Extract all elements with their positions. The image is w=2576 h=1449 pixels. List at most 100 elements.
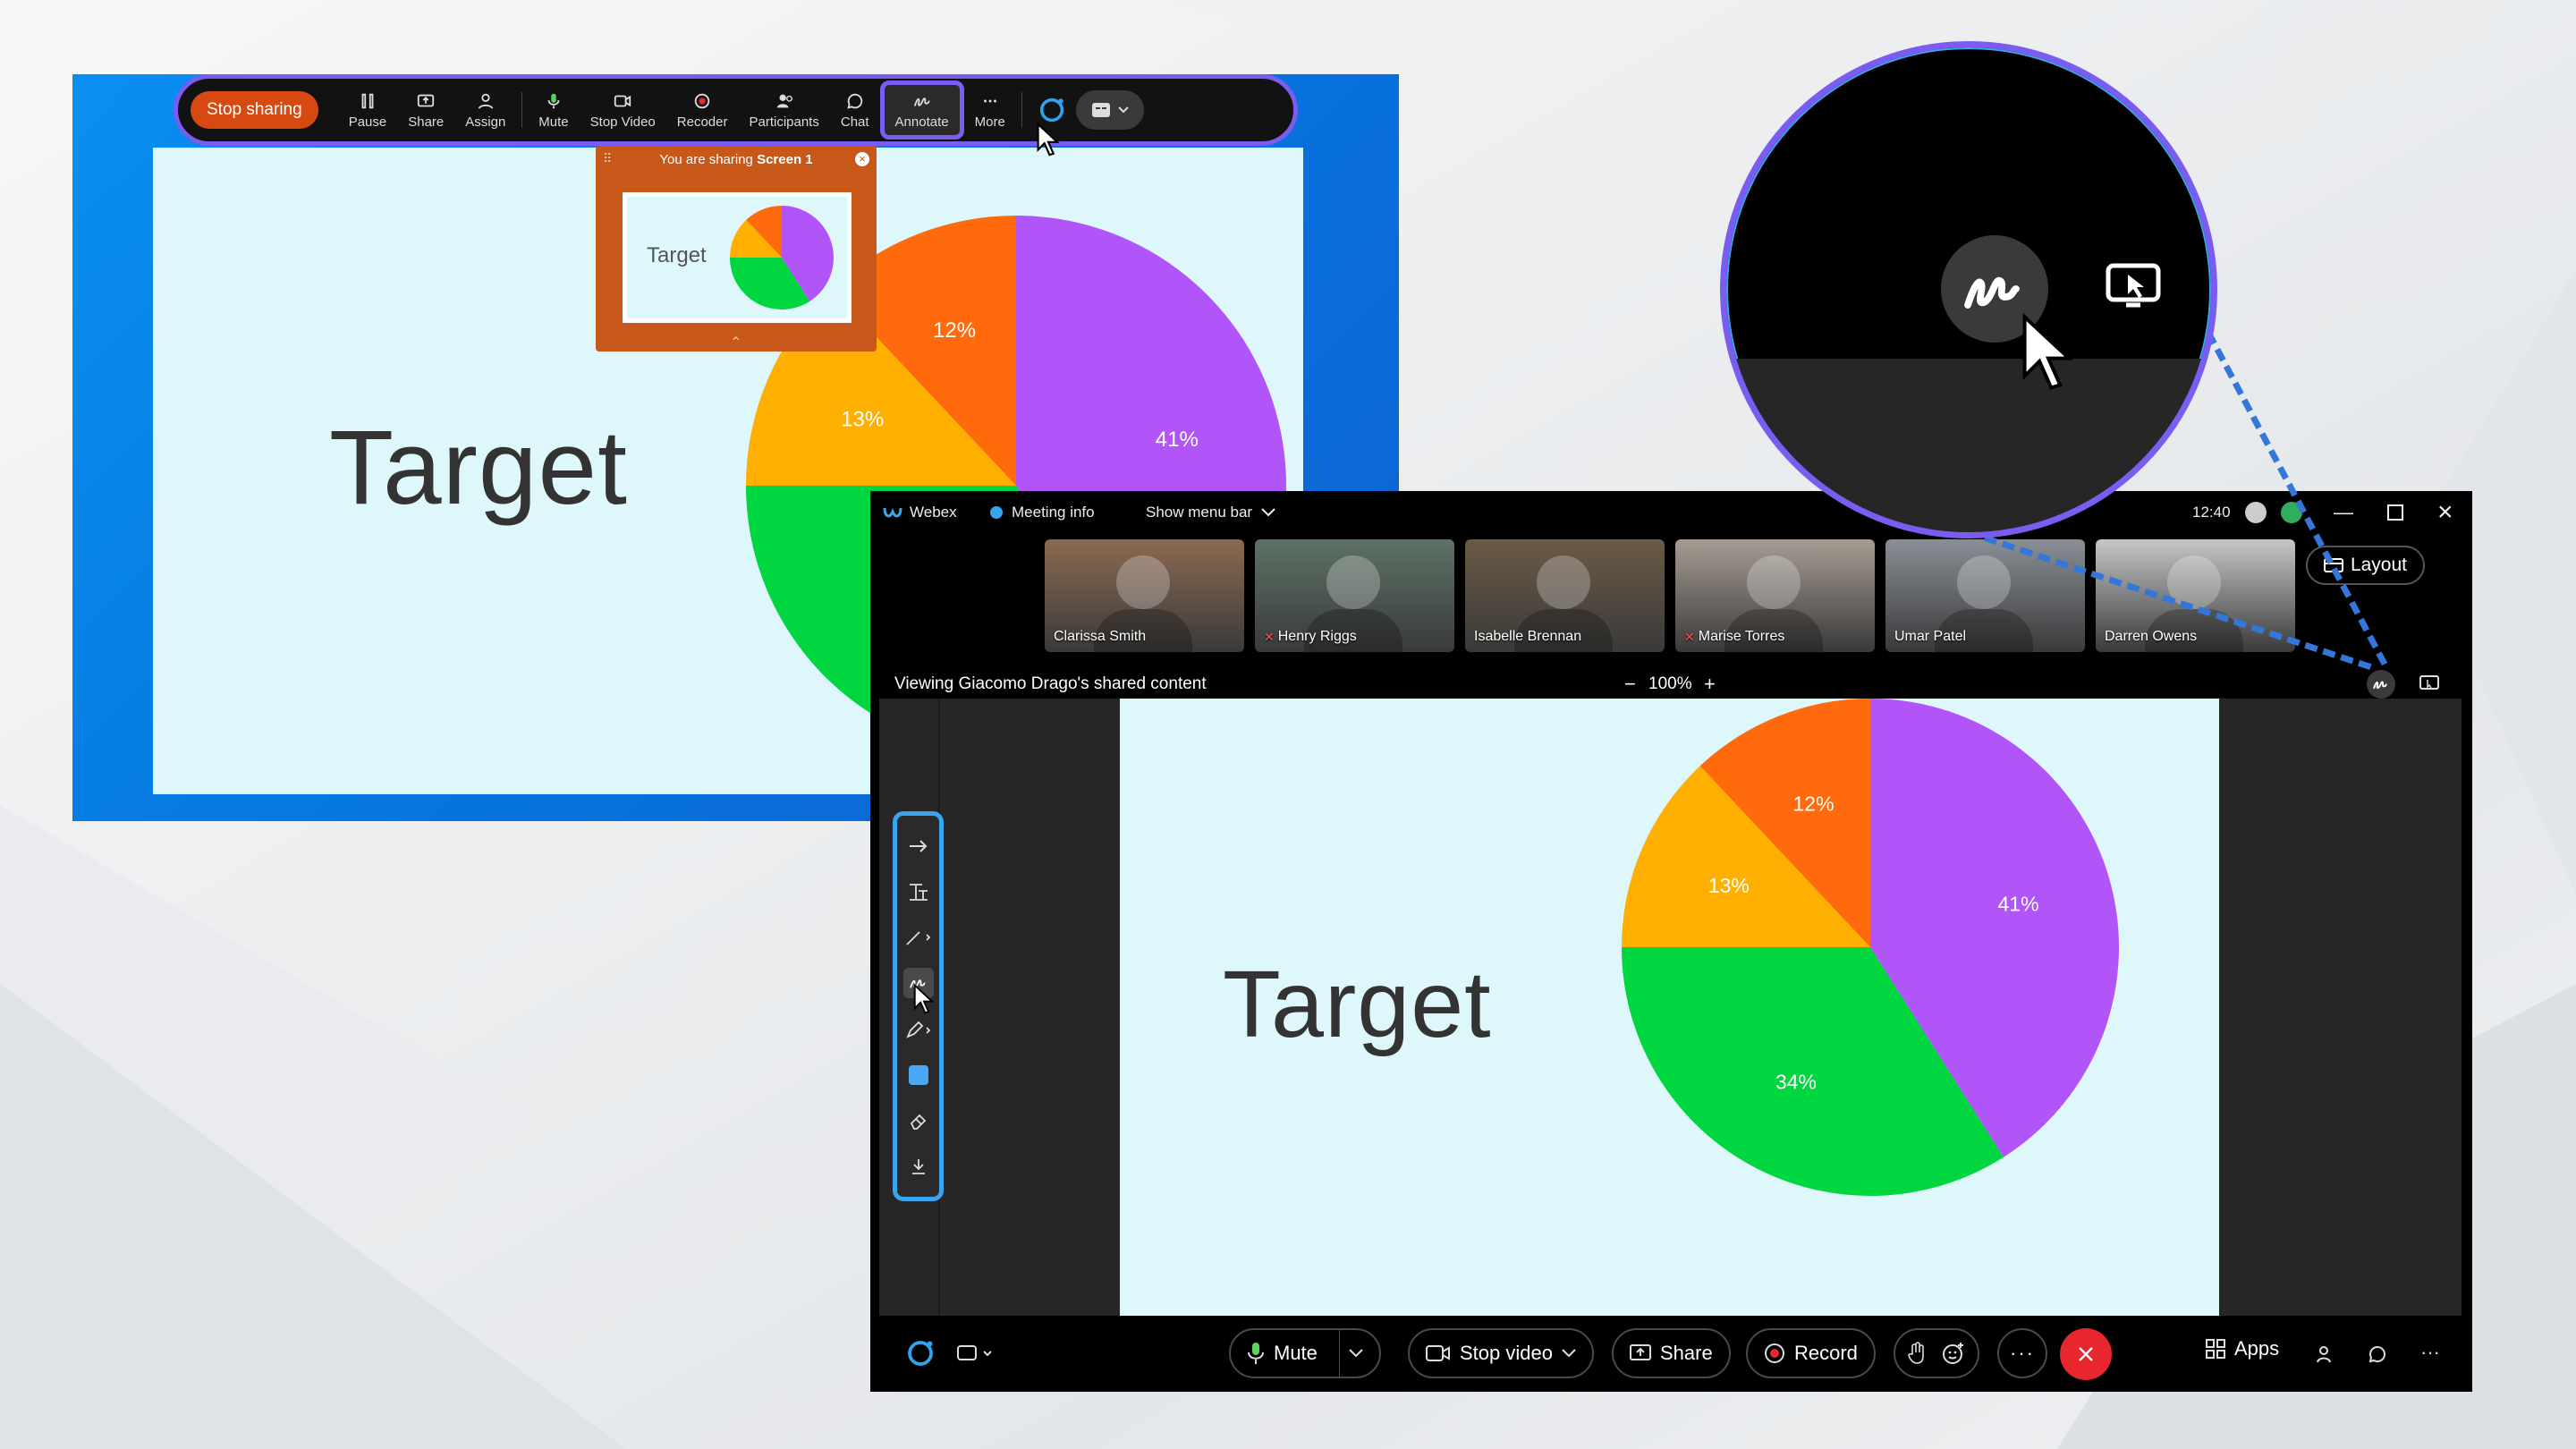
muted-microphone-icon: ✕ [1264, 629, 1275, 644]
emoji-reaction-icon[interactable] [1942, 1342, 1965, 1365]
zoom-out-button[interactable]: − [1624, 673, 1636, 696]
microphone-icon [547, 93, 560, 108]
more-icon [983, 99, 996, 102]
pie-label: 41% [1997, 893, 2038, 916]
mouse-cursor-icon [913, 983, 935, 1014]
color-swatch [908, 1064, 928, 1085]
captions-icon[interactable] [957, 1344, 995, 1362]
remote-control-icon[interactable] [2105, 262, 2162, 312]
record-icon [1765, 1343, 1784, 1363]
participant-tile[interactable]: Clarissa Smith [1045, 539, 1244, 652]
annotate-icon [913, 97, 930, 106]
meeting-info-button[interactable]: Meeting info [988, 491, 1095, 533]
webex-ai-icon[interactable] [1037, 95, 1067, 125]
remote-control-icon[interactable] [2419, 675, 2439, 693]
sharing-screen-name: Screen 1 [757, 151, 813, 167]
text-tool[interactable] [903, 877, 934, 907]
chat-icon[interactable] [2367, 1343, 2388, 1365]
toolbar-divider [1021, 92, 1022, 128]
leave-meeting-button[interactable] [2060, 1328, 2112, 1380]
pause-button[interactable]: Pause [338, 80, 398, 140]
save-annotation-button[interactable] [903, 1151, 934, 1182]
arrow-right-icon [909, 839, 927, 852]
share-icon [1630, 1344, 1651, 1360]
record-icon [694, 93, 710, 108]
pie-label: 13% [841, 408, 884, 432]
record-button[interactable]: Record [1746, 1328, 1876, 1378]
pie-label: 34% [1775, 1071, 1817, 1094]
text-icon [909, 883, 928, 901]
participant-tile[interactable]: Isabelle Brennan [1465, 539, 1665, 652]
participant-tile[interactable]: ✕ Henry Riggs [1255, 539, 1454, 652]
minimize-icon[interactable]: — [2334, 501, 2353, 524]
captions-button[interactable] [1075, 90, 1144, 130]
highlighter-tool[interactable] [903, 1014, 934, 1045]
participant-name-tag: Darren Owens [2105, 629, 2197, 645]
title-bar: Webex Meeting info Show menu bar 12:40 —… [870, 491, 2472, 533]
pie-label: 41% [1156, 428, 1199, 452]
share-button[interactable]: Share [397, 80, 454, 140]
pointer-tool[interactable] [903, 831, 934, 861]
mute-button[interactable]: Mute [1229, 1328, 1381, 1378]
captions-icon [1091, 103, 1110, 117]
annotate-label: Annotate [894, 114, 949, 130]
more-options-button[interactable]: ··· [1997, 1328, 2047, 1378]
webex-logo-icon [883, 507, 902, 517]
magnifier-lower-band [1726, 359, 2211, 532]
annotate-icon [2373, 681, 2387, 690]
color-picker[interactable] [903, 1060, 934, 1090]
participant-name: Henry Riggs [1277, 629, 1357, 644]
participant-name: Umar Patel [1894, 629, 1967, 644]
chat-label: Chat [840, 114, 869, 130]
more-icon[interactable]: ··· [2420, 1341, 2440, 1364]
zoom-in-button[interactable]: + [1704, 673, 1716, 696]
video-icon [1426, 1345, 1450, 1361]
collapse-chevron-icon[interactable]: ⌃ [730, 334, 741, 352]
annotate-button[interactable]: Annotate [879, 80, 964, 140]
meeting-window: Webex Meeting info Show menu bar 12:40 —… [870, 491, 2472, 1392]
reactions-group [1894, 1328, 1979, 1378]
close-window-icon[interactable]: × [2437, 497, 2453, 528]
line-tool[interactable] [903, 922, 934, 953]
webex-ai-icon[interactable] [904, 1337, 936, 1369]
pause-label: Pause [348, 114, 387, 130]
recorder-button[interactable]: Recoder [666, 80, 739, 140]
raise-hand-icon[interactable] [1908, 1342, 1926, 1365]
microphone-icon [1248, 1343, 1264, 1364]
participant-tile[interactable]: Umar Patel [1885, 539, 2085, 652]
muted-microphone-icon: ✕ [1684, 629, 1695, 644]
more-button[interactable]: More [964, 80, 1016, 140]
pie-label: 12% [933, 318, 976, 343]
participant-avatar [1957, 555, 2011, 609]
chat-button[interactable]: Chat [830, 80, 880, 140]
mute-button[interactable]: Mute [528, 80, 579, 140]
shared-content-area: Target 41% 34% 13% 12% [879, 699, 2462, 1316]
stop-video-button[interactable]: Stop video [1408, 1328, 1594, 1378]
pie-chart-shared: 41% 34% 13% 12% [1622, 699, 2119, 1196]
mouse-cursor-icon [2022, 312, 2074, 391]
assign-button[interactable]: Assign [454, 80, 516, 140]
eraser-icon [910, 1114, 926, 1131]
apps-button[interactable]: Apps [2206, 1337, 2279, 1360]
pie-chart-preview [730, 206, 834, 309]
stop-video-button[interactable]: Stop Video [580, 80, 666, 140]
assign-label: Assign [465, 114, 506, 130]
participants-icon[interactable] [2315, 1343, 2336, 1365]
show-menu-bar-button[interactable]: Show menu bar [1146, 491, 1275, 533]
chevron-down-icon [1562, 1349, 1576, 1358]
participants-button[interactable]: Participants [738, 80, 829, 140]
app-name: Webex [910, 503, 957, 521]
drag-handle-icon[interactable]: ⠿ [603, 151, 612, 166]
participant-name-tag: Isabelle Brennan [1474, 629, 1581, 645]
mute-label: Mute [1274, 1342, 1318, 1364]
annotate-toggle-button[interactable] [2367, 670, 2395, 699]
close-icon[interactable]: × [855, 152, 869, 166]
stop-sharing-button[interactable]: Stop sharing [191, 91, 318, 129]
sharing-panel-header: ⠿ You are sharing Screen 1 × [596, 146, 877, 173]
eraser-tool[interactable] [903, 1106, 934, 1136]
participant-tile[interactable]: ✕ Marise Torres [1675, 539, 1875, 652]
stop-video-label: Stop video [1460, 1342, 1553, 1364]
maximize-icon[interactable] [2387, 504, 2403, 521]
share-button[interactable]: Share [1612, 1328, 1731, 1378]
sharing-status-text: You are sharing [659, 151, 753, 167]
